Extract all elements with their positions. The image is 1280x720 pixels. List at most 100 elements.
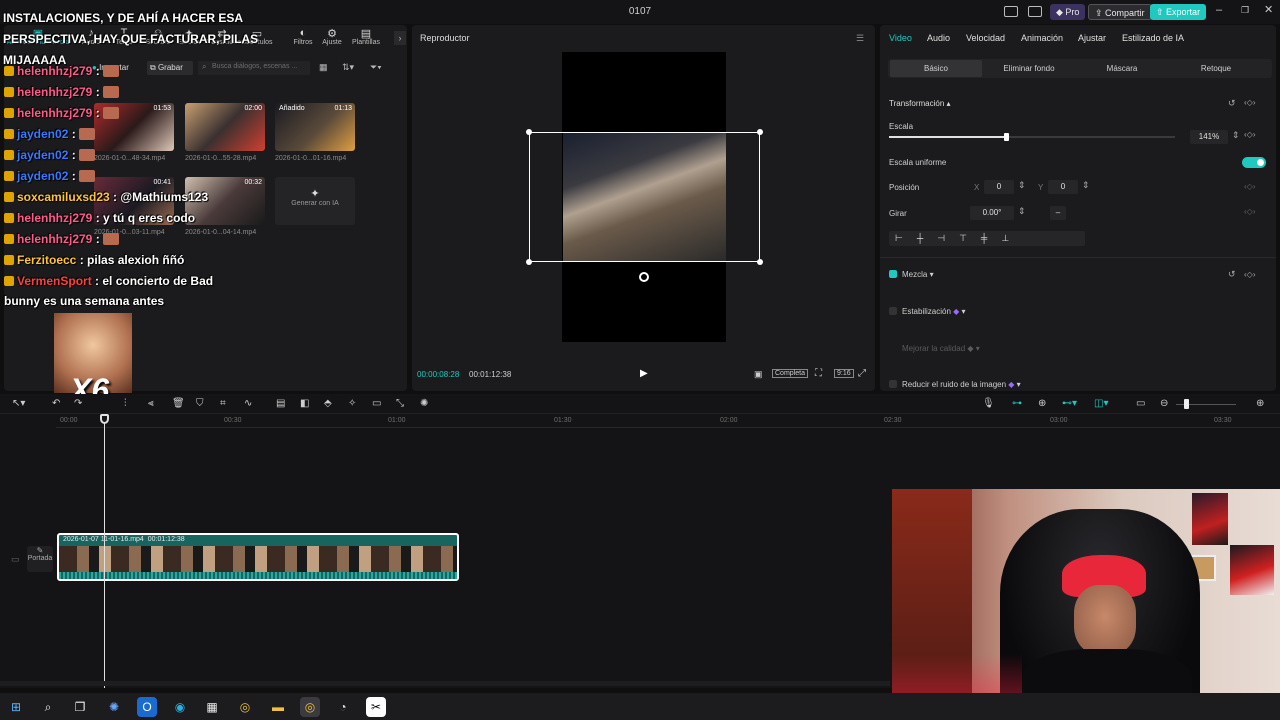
uniform-scale-toggle[interactable] — [1242, 157, 1266, 168]
rotate-input[interactable]: 0.00° — [970, 206, 1014, 220]
mask-icon[interactable]: ⬘ — [324, 398, 332, 409]
stepper-icon[interactable]: ⇕ — [1082, 180, 1090, 191]
reset-icon[interactable]: ↺ — [1228, 269, 1236, 280]
tool-tab-plantillas[interactable]: ▤ Plantillas — [349, 27, 383, 46]
fit-icon[interactable]: ⛶ — [815, 368, 822, 379]
horizontal-scrollbar[interactable] — [0, 681, 890, 686]
keyframe-icon[interactable]: ‹◇› — [1244, 130, 1255, 139]
link-icon[interactable]: ⊶ — [1012, 398, 1022, 409]
export-button[interactable]: ⇧ Exportar — [1150, 4, 1207, 20]
ai-generate-card[interactable]: ✦ Generar con IA — [275, 177, 355, 225]
pos-y-input[interactable]: 0 — [1048, 180, 1078, 194]
selection-box[interactable] — [529, 132, 760, 262]
obs-icon[interactable]: ◔ — [333, 697, 353, 717]
props-subtab-eliminar-fondo[interactable]: Eliminar fondo — [983, 60, 1075, 77]
magnet-icon[interactable]: ⊕ — [1038, 398, 1046, 409]
props-tab-audio[interactable]: Audio — [927, 33, 950, 43]
redo-icon[interactable]: ↷ — [74, 398, 82, 409]
edge-icon[interactable]: ◉ — [170, 697, 190, 717]
files-icon[interactable]: ▬ — [268, 697, 288, 717]
props-subtab-retoque[interactable]: Retoque — [1170, 60, 1262, 77]
zoom-out-icon[interactable]: ⊖ — [1160, 398, 1168, 409]
reset-icon[interactable]: ↺ — [1228, 98, 1236, 109]
props-tab-ajustar[interactable]: Ajustar — [1078, 33, 1106, 43]
windows-icon[interactable]: ⊞ — [6, 697, 26, 717]
stabilize-checkbox[interactable] — [889, 307, 897, 315]
align-toolbar[interactable]: ⊢┼⊣⊤╪⊥ — [889, 231, 1085, 246]
share-button[interactable]: ⇪ Compartir — [1088, 4, 1152, 20]
microphone-icon[interactable]: 🎙 — [982, 398, 995, 409]
keyframe-icon[interactable]: ‹◇› — [1244, 182, 1255, 191]
sort-icon[interactable]: ⇅▾ — [342, 62, 354, 73]
chrome-icon[interactable]: ◎ — [235, 697, 255, 717]
select-tool-icon[interactable]: ↖▾ — [12, 398, 25, 409]
outlook-icon[interactable]: O — [137, 697, 157, 717]
menu-icon[interactable]: ☰ — [856, 33, 864, 44]
props-tab-animación[interactable]: Animación — [1021, 33, 1063, 43]
task-view-icon[interactable]: ❐ — [70, 697, 90, 717]
keyframe-icon[interactable]: ‹◇› — [1244, 270, 1255, 279]
stepper-icon[interactable]: ⇕ — [1018, 206, 1026, 217]
undo-icon[interactable]: ↶ — [52, 398, 60, 409]
rotate-handle-icon[interactable] — [639, 272, 649, 282]
pro-button[interactable]: ◆ Pro — [1050, 4, 1086, 20]
cover-button[interactable]: ✎ Portada — [27, 546, 53, 572]
split-right-icon[interactable]: ⫷ — [148, 398, 154, 409]
freeze-icon[interactable]: ▤ — [276, 398, 285, 409]
resize-icon[interactable]: ⤡ — [396, 398, 404, 409]
resize-handle[interactable] — [526, 259, 532, 265]
curve-icon[interactable]: ∿ — [244, 398, 252, 409]
zoom-in-icon[interactable]: ⊕ — [1256, 398, 1264, 409]
search-icon[interactable]: ⌕ — [38, 697, 58, 717]
store-icon[interactable]: ▦ — [202, 697, 222, 717]
keyframe-icon[interactable]: ‹◇› — [1244, 98, 1255, 107]
tool-tab-ajuste[interactable]: ⚙ Ajuste — [315, 27, 349, 46]
scale-slider[interactable] — [889, 133, 1175, 141]
minimize-icon[interactable]: – — [1216, 4, 1222, 16]
playhead-handle[interactable] — [100, 414, 109, 424]
align-bottom-icon[interactable]: ⊥ — [1001, 233, 1023, 243]
caption-icon[interactable]: ▭ — [1136, 398, 1145, 409]
align-top-icon[interactable]: ⊤ — [959, 233, 981, 243]
clip-card[interactable]: Añadido 01:13 2026-01-0...01-16.mp4 — [275, 103, 355, 162]
playhead[interactable] — [104, 416, 105, 688]
transform-label[interactable]: Transformación ▴ — [889, 99, 951, 108]
stepper-icon[interactable]: ⇕ — [1232, 130, 1240, 141]
stepper-icon[interactable]: ⇕ — [1018, 180, 1026, 191]
fullscreen-icon[interactable]: ⤢ — [858, 368, 866, 379]
rotate-direction-button[interactable]: – — [1050, 206, 1066, 220]
noise-label[interactable]: Reducir el ruido de la imagen ◆ ▾ — [902, 380, 1021, 389]
resize-handle[interactable] — [526, 129, 532, 135]
volume-icon[interactable]: ▣ — [754, 369, 763, 380]
delete-icon[interactable]: 🗑 — [172, 398, 185, 409]
preview-axis-icon[interactable]: ◫▾ — [1094, 398, 1108, 409]
blend-label[interactable]: Mezcla ▾ — [902, 270, 934, 279]
align-left-icon[interactable]: ⊢ — [895, 233, 917, 243]
subtitle-icon[interactable]: ▭ — [372, 398, 381, 409]
capcut-icon[interactable]: ✂ — [366, 697, 386, 717]
settings-icon[interactable] — [1028, 6, 1042, 17]
clip-card[interactable]: 02:00 2026-01-0...55-28.mp4 — [185, 103, 265, 162]
props-tab-video[interactable]: Video — [889, 33, 912, 43]
align-middle-icon[interactable]: ╪ — [981, 233, 1001, 243]
ratio-button[interactable]: 9:16 — [834, 369, 854, 378]
crop-icon[interactable]: ⌗ — [220, 398, 226, 409]
keyframe-icon[interactable]: ‹◇› — [1244, 207, 1255, 216]
props-tab-estilizado-de-ia[interactable]: Estilizado de IA — [1122, 33, 1184, 43]
props-subtab-básico[interactable]: Básico — [890, 60, 982, 77]
blend-checkbox[interactable] — [889, 270, 897, 278]
scale-slider-knob[interactable] — [1004, 133, 1009, 141]
resize-handle[interactable] — [757, 129, 763, 135]
props-subtab-máscara[interactable]: Máscara — [1076, 60, 1168, 77]
chrome-active-icon[interactable]: ◎ — [300, 697, 320, 717]
pos-x-input[interactable]: 0 — [984, 180, 1014, 194]
video-clip[interactable]: 2026-01-07 11-01-16.mp4 00:01:12:38 — [57, 533, 459, 581]
stabilize-label[interactable]: Estabilización ◆ ▾ — [902, 307, 966, 316]
quality-button[interactable]: Completa — [772, 369, 808, 378]
shield-icon[interactable]: ⛉ — [196, 398, 204, 409]
layout-icon[interactable] — [1004, 6, 1018, 17]
restore-icon[interactable]: ❐ — [1241, 5, 1249, 16]
track-lock-icon[interactable]: ▭ — [11, 554, 20, 565]
noise-checkbox[interactable] — [889, 380, 897, 388]
filter-icon[interactable]: ⏷▾ — [370, 62, 382, 73]
